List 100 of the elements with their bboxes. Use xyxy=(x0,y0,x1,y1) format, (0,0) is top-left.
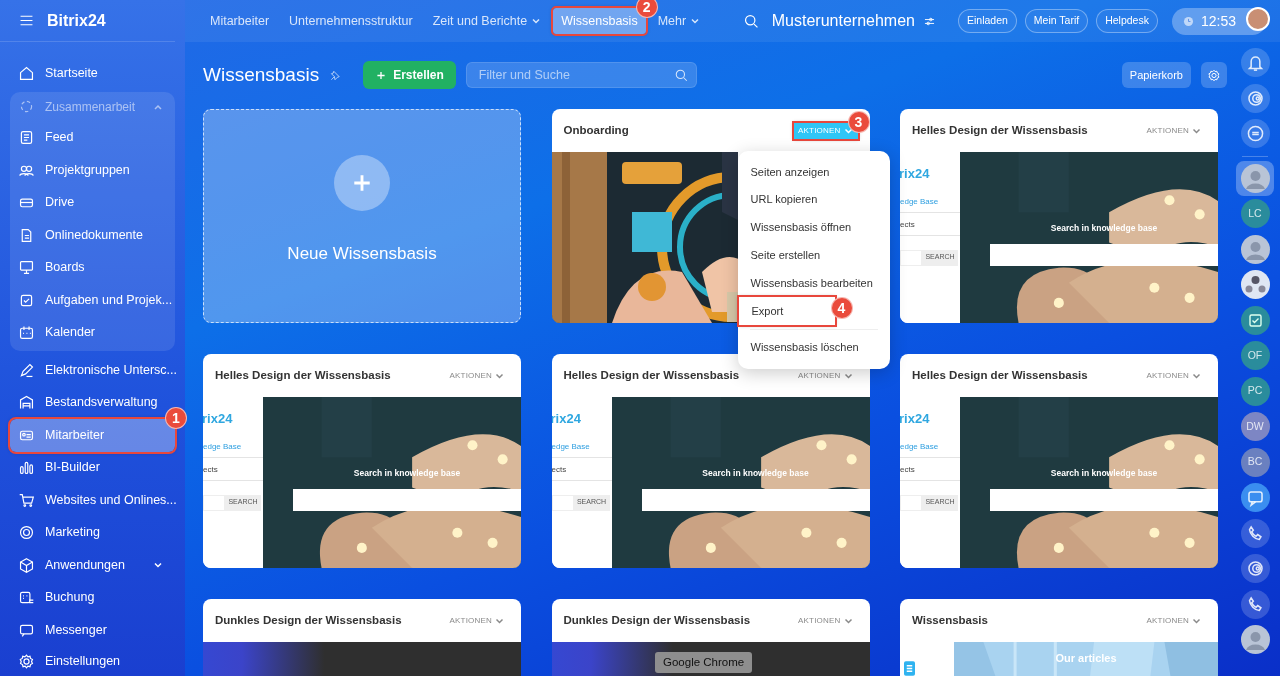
avatar-icon xyxy=(1240,625,1270,655)
menu-item[interactable]: Wissensbasis öffnen xyxy=(737,213,890,242)
phone-icon xyxy=(1240,518,1270,548)
preview-link[interactable]: ects xyxy=(900,463,960,476)
preview-logo: rix24 xyxy=(203,410,234,428)
preview-link[interactable]: edge Base xyxy=(900,195,960,208)
chat-icon xyxy=(1240,119,1270,149)
time: 12:53 xyxy=(1200,11,1236,31)
nav-tab[interactable]: Mitarbeiter xyxy=(202,7,278,35)
trash-button[interactable]: Papierkorb xyxy=(1121,61,1191,89)
menu-item[interactable]: Seiten anzeigen xyxy=(737,158,890,186)
sidebar-item[interactable]: Boards xyxy=(10,251,175,284)
sidebar-item[interactable]: Kalender xyxy=(10,316,175,349)
sidebar-item[interactable]: Messenger xyxy=(10,614,175,647)
group-header[interactable]: Zusammenarbeit xyxy=(10,91,175,122)
actions-button[interactable]: AKTIONEN xyxy=(445,612,509,629)
step-badge: 1 xyxy=(165,407,187,429)
step-badge: 3 xyxy=(847,110,870,133)
company-name[interactable]: Musterunternehmen xyxy=(771,9,915,33)
page-title: Wissensbasis xyxy=(203,62,320,87)
nav-tab[interactable]: Unternehmensstruktur xyxy=(281,7,421,35)
card-title: Helles Design der Wissensbasis xyxy=(215,367,391,383)
create-button[interactable]: Erstellen xyxy=(363,61,456,89)
menu-item[interactable]: Seite erstellen xyxy=(737,241,890,270)
preview-link[interactable]: ects xyxy=(900,218,960,231)
preview-logo: rix24 xyxy=(900,410,931,428)
sidebar-item[interactable]: Websites und Onlines... xyxy=(10,484,175,517)
checkbox-icon xyxy=(1240,305,1270,335)
step-badge: 4 xyxy=(830,297,853,319)
preview-logo: rix24 xyxy=(900,165,931,183)
actions-button[interactable]: AKTIONEN xyxy=(1142,122,1206,139)
preview-search-field[interactable] xyxy=(641,489,870,511)
preview-search-field[interactable] xyxy=(293,489,521,511)
preview-link[interactable]: edge Base xyxy=(900,440,960,453)
sidebar-item[interactable]: Aufgaben und Projek... xyxy=(10,284,175,317)
new-card[interactable]: Neue Wissensbasis xyxy=(203,109,521,323)
sidebar-item[interactable]: Elektronische Untersc... xyxy=(10,354,175,387)
card[interactable]: Wissensbasis AKTIONEN Our articles xyxy=(900,599,1218,676)
sidebar-item[interactable]: Onlinedokumente xyxy=(10,219,175,252)
bar-chart-icon xyxy=(18,459,35,477)
card-title: Onboarding xyxy=(563,122,629,138)
avatar[interactable] xyxy=(1246,6,1270,31)
settings-button[interactable] xyxy=(1201,62,1227,88)
home-icon xyxy=(18,64,35,82)
card-title: Helles Design der Wissensbasis xyxy=(563,367,740,383)
actions-button[interactable]: AKTIONEN xyxy=(794,367,858,384)
preview-heading: Our articles xyxy=(1054,651,1118,666)
group-icon xyxy=(18,98,35,115)
calendar-icon xyxy=(18,324,35,342)
preview-search-field[interactable] xyxy=(900,494,922,511)
card-title: Dunkles Design der Wissensbasis xyxy=(563,612,751,628)
preview-search-field[interactable] xyxy=(203,494,225,511)
sidebar-item[interactable]: Startseite xyxy=(10,57,175,90)
preview-link[interactable]: edge Base xyxy=(203,440,263,453)
sidebar-item[interactable]: Projektgruppen xyxy=(10,154,175,187)
phone-icon xyxy=(1240,589,1270,619)
search-icon xyxy=(673,67,689,84)
cube-icon xyxy=(18,556,35,574)
preview-logo: rix24 xyxy=(551,410,582,428)
spiral-icon xyxy=(1240,83,1270,113)
step-badge: 2 xyxy=(635,0,658,18)
menu-item[interactable]: Wissensbasis bearbeiten xyxy=(737,269,890,297)
nav-tab[interactable]: Zeit und Berichte xyxy=(424,7,550,35)
actions-button[interactable]: AKTIONEN xyxy=(794,612,858,629)
avatar-icon xyxy=(1240,234,1270,264)
sidebar-item[interactable]: Drive xyxy=(10,186,175,219)
card-title: Helles Design der Wissensbasis xyxy=(912,367,1088,383)
spiral-icon xyxy=(1240,554,1270,584)
board-icon xyxy=(18,259,35,277)
actions-button[interactable]: AKTIONEN xyxy=(1142,612,1206,629)
actions-button[interactable]: AKTIONEN xyxy=(445,367,509,384)
settings-item[interactable]: Einstellungen xyxy=(10,646,175,676)
bell-icon xyxy=(1240,48,1270,78)
feed-icon xyxy=(18,129,35,147)
menu-item[interactable]: URL kopieren xyxy=(737,185,890,214)
header-button[interactable]: Helpdesk xyxy=(1096,9,1158,33)
actions-button[interactable]: AKTIONEN xyxy=(1142,367,1206,384)
preview-search-field[interactable] xyxy=(990,489,1218,511)
target-icon xyxy=(18,524,35,542)
sidebar-item[interactable]: Anwendungen xyxy=(10,549,175,582)
sidebar-item[interactable]: Marketing xyxy=(10,516,175,549)
group-avatar-icon xyxy=(1240,270,1270,300)
header-button[interactable]: Einladen xyxy=(957,9,1017,33)
header-button[interactable]: Mein Tarif xyxy=(1024,9,1089,33)
preview-link[interactable]: edge Base xyxy=(551,440,612,453)
card-title: Wissensbasis xyxy=(912,612,988,628)
cart-icon xyxy=(18,491,35,509)
sidebar-item[interactable]: Feed xyxy=(10,121,175,154)
preview-search-field[interactable] xyxy=(990,244,1218,266)
rail-item[interactable] xyxy=(1236,160,1274,196)
preview-search-field[interactable] xyxy=(900,249,922,266)
card[interactable]: Dunkles Design der Wissensbasis AKTIONEN xyxy=(203,599,521,676)
chat-icon xyxy=(1240,483,1270,513)
search-icon xyxy=(742,12,760,30)
settings-icon xyxy=(18,652,35,670)
sidebar-item[interactable]: BI-Builder xyxy=(10,451,175,484)
preview-link[interactable]: ects xyxy=(203,463,263,476)
preview-search-field[interactable] xyxy=(551,494,574,511)
preview-link[interactable]: ects xyxy=(551,463,612,476)
sidebar-item[interactable]: Buchung xyxy=(10,581,175,614)
